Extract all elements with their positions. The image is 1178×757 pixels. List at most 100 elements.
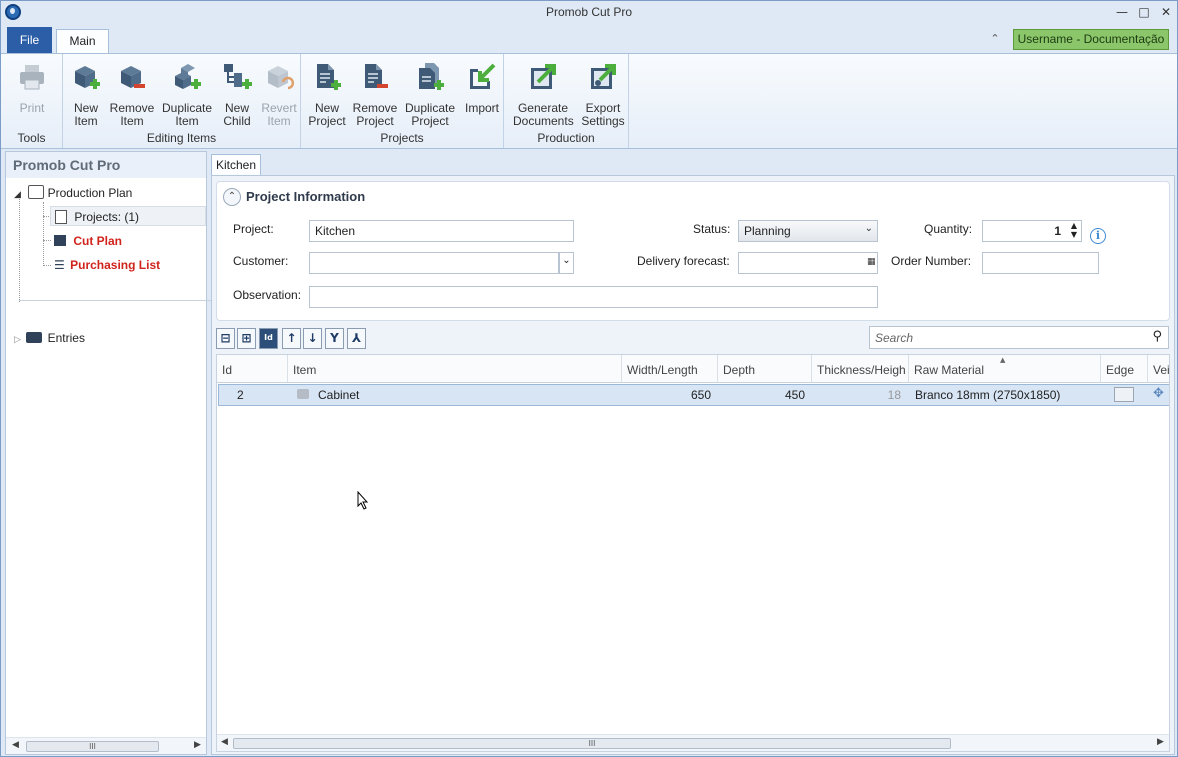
chevron-up-icon[interactable]: ⌃ <box>223 188 241 206</box>
quantity-label: Quantity: <box>924 222 973 236</box>
show-id-button[interactable]: Id <box>259 328 278 349</box>
tab-main[interactable]: Main <box>56 29 109 53</box>
sort-ascending-icon: ▲ <box>1000 356 1006 364</box>
maximize-icon[interactable]: □ <box>1135 4 1153 20</box>
ribbon-group-projects: New Project Remove Project Duplicate Pro… <box>301 54 504 148</box>
print-button[interactable]: Print <box>6 60 58 124</box>
column-header-depth[interactable]: Depth <box>718 355 812 383</box>
merge-button[interactable]: Y <box>325 328 344 349</box>
delivery-forecast-label: Delivery forecast: <box>637 254 730 268</box>
expand-triangle-icon[interactable]: ▷ <box>14 335 21 345</box>
ribbon: Print Tools New Item Remove Item Duplica… <box>1 53 1177 149</box>
tree-item-entries[interactable]: ▷ Entries <box>14 328 85 348</box>
inbox-icon <box>26 332 43 343</box>
navigation-pane: Promob Cut Pro ◢ Production Plan Project… <box>5 151 211 755</box>
order-number-field[interactable] <box>982 252 1099 274</box>
move-icon[interactable]: ✥ <box>1153 386 1164 401</box>
export-settings-button[interactable]: Export Settings <box>577 60 629 128</box>
customer-field[interactable] <box>309 252 559 274</box>
tree-item-purchasing-list[interactable]: ☰ Purchasing List <box>54 255 160 275</box>
column-header-item[interactable]: Item <box>288 355 622 383</box>
duplicate-project-button[interactable]: Duplicate Project <box>404 60 456 128</box>
tree-item-projects[interactable]: Projects: (1) <box>50 206 206 226</box>
collapse-all-button[interactable]: ⊟ <box>216 328 235 349</box>
project-information-panel: ⌃ Project Information Project: Customer:… <box>216 181 1170 321</box>
column-header-thickness[interactable]: Thickness/Heigh <box>812 355 909 383</box>
order-number-label: Order Number: <box>891 254 972 268</box>
import-button[interactable]: Import <box>456 60 508 124</box>
status-label: Status: <box>693 222 731 236</box>
column-header-vein[interactable]: Vei <box>1148 355 1169 383</box>
scroll-right-icon[interactable]: ▶ <box>1157 737 1164 747</box>
remove-project-button[interactable]: Remove Project <box>349 60 401 128</box>
new-project-icon <box>317 64 341 90</box>
ribbon-group-label: Editing Items <box>146 131 217 145</box>
customer-dropdown-icon[interactable]: ⌄ <box>559 252 574 274</box>
close-icon[interactable]: ✕ <box>1157 4 1175 20</box>
production-plan-icon <box>28 185 45 199</box>
list-icon: ☰ <box>54 258 65 272</box>
stepper-arrows-icon[interactable]: ▲ ▼ <box>1071 221 1077 239</box>
table-row[interactable]: 2 Cabinet 650 450 18 Branco 18mm (2750x1… <box>218 384 1169 406</box>
cell-thickness: 18 <box>887 388 901 402</box>
ribbon-tab-strip: File Main ⌃ Username - Documentação <box>1 25 1177 53</box>
ribbon-group-production: Generate Documents Export Settings Produ… <box>504 54 629 148</box>
project-information-title: Project Information <box>246 189 366 204</box>
project-field[interactable] <box>309 220 574 242</box>
scroll-thumb[interactable]: III <box>233 738 951 749</box>
chevron-up-icon[interactable]: ⌃ <box>987 32 1003 46</box>
cut-plan-icon <box>54 235 66 246</box>
import-icon <box>470 63 496 89</box>
tree-item-production-plan[interactable]: ◢ Production Plan <box>14 183 132 203</box>
split-button[interactable]: ⅄ <box>347 328 366 349</box>
revert-item-icon <box>268 66 294 90</box>
edge-icon[interactable] <box>1114 387 1134 402</box>
duplicate-project-icon <box>419 63 444 90</box>
expand-triangle-icon[interactable]: ◢ <box>14 190 21 200</box>
info-icon[interactable]: i <box>1090 228 1106 244</box>
move-down-button[interactable]: ↓ <box>303 328 322 349</box>
status-select[interactable]: Planning ⌄ <box>738 220 878 242</box>
new-item-icon <box>75 66 100 89</box>
cell-id: 2 <box>237 388 244 402</box>
ribbon-group-label: Tools <box>17 131 46 145</box>
duplicate-item-icon <box>175 64 201 89</box>
horizontal-scrollbar[interactable]: ◀ III ▶ <box>6 737 206 754</box>
tree-connector <box>43 265 51 266</box>
mouse-cursor-icon <box>357 491 369 510</box>
horizontal-scrollbar[interactable]: ◀ III ▶ <box>217 734 1169 751</box>
window-title: Promob Cut Pro <box>545 5 633 19</box>
tree-item-cut-plan[interactable]: Cut Plan <box>54 231 122 251</box>
scroll-left-icon[interactable]: ◀ <box>221 737 228 747</box>
tree-connector <box>19 196 20 302</box>
tree-connector <box>43 202 44 266</box>
navigation-pane-title: Promob Cut Pro <box>6 152 206 178</box>
camera-icon[interactable] <box>297 389 309 399</box>
delivery-forecast-field[interactable] <box>738 252 878 274</box>
user-badge[interactable]: Username - Documentação <box>1013 29 1169 50</box>
remove-item-icon <box>121 66 145 88</box>
scroll-left-icon[interactable]: ◀ <box>12 740 19 750</box>
remove-item-button[interactable]: Remove Item <box>106 60 158 128</box>
column-header-width[interactable]: Width/Length <box>622 355 718 383</box>
observation-label: Observation: <box>233 288 302 302</box>
search-icon[interactable]: ⚲ <box>1152 329 1162 344</box>
tab-file[interactable]: File <box>7 27 52 53</box>
duplicate-item-button[interactable]: Duplicate Item <box>161 60 213 128</box>
quantity-stepper[interactable]: 1 ▲ ▼ <box>982 220 1082 242</box>
scroll-thumb[interactable]: III <box>26 741 159 752</box>
search-input[interactable]: Search ⚲ <box>869 326 1169 349</box>
observation-field[interactable] <box>309 286 878 308</box>
minimize-icon[interactable]: — <box>1113 4 1131 20</box>
column-header-edge[interactable]: Edge <box>1101 355 1148 383</box>
move-up-button[interactable]: ↑ <box>282 328 301 349</box>
tab-kitchen[interactable]: Kitchen <box>211 154 261 176</box>
ribbon-group-label: Projects <box>380 131 424 145</box>
expand-all-button[interactable]: ⊞ <box>237 328 256 349</box>
generate-documents-button[interactable]: Generate Documents <box>513 60 574 128</box>
generate-documents-icon <box>531 64 556 89</box>
customer-label: Customer: <box>233 254 289 268</box>
scroll-right-icon[interactable]: ▶ <box>194 740 201 750</box>
column-header-id[interactable]: Id <box>217 355 288 383</box>
calendar-icon[interactable]: ▦ <box>867 257 876 267</box>
